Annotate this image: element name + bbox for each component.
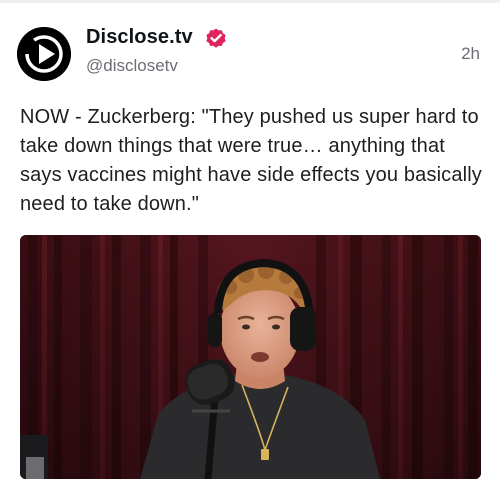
post-card[interactable]: Disclose.tv @disclosetv 2h NOW - Zuckerb… [0,0,500,495]
account-handle[interactable]: @disclosetv [86,56,178,76]
video-thumbnail[interactable] [20,235,481,479]
video-frame-image [20,235,481,479]
display-name[interactable]: Disclose.tv [86,26,193,49]
play-icon [17,27,71,81]
verified-badge-icon [206,28,226,48]
post-timestamp[interactable]: 2h [461,44,480,64]
post-text: NOW - Zuckerberg: "They pushed us super … [20,106,482,215]
account-avatar[interactable] [17,27,71,81]
